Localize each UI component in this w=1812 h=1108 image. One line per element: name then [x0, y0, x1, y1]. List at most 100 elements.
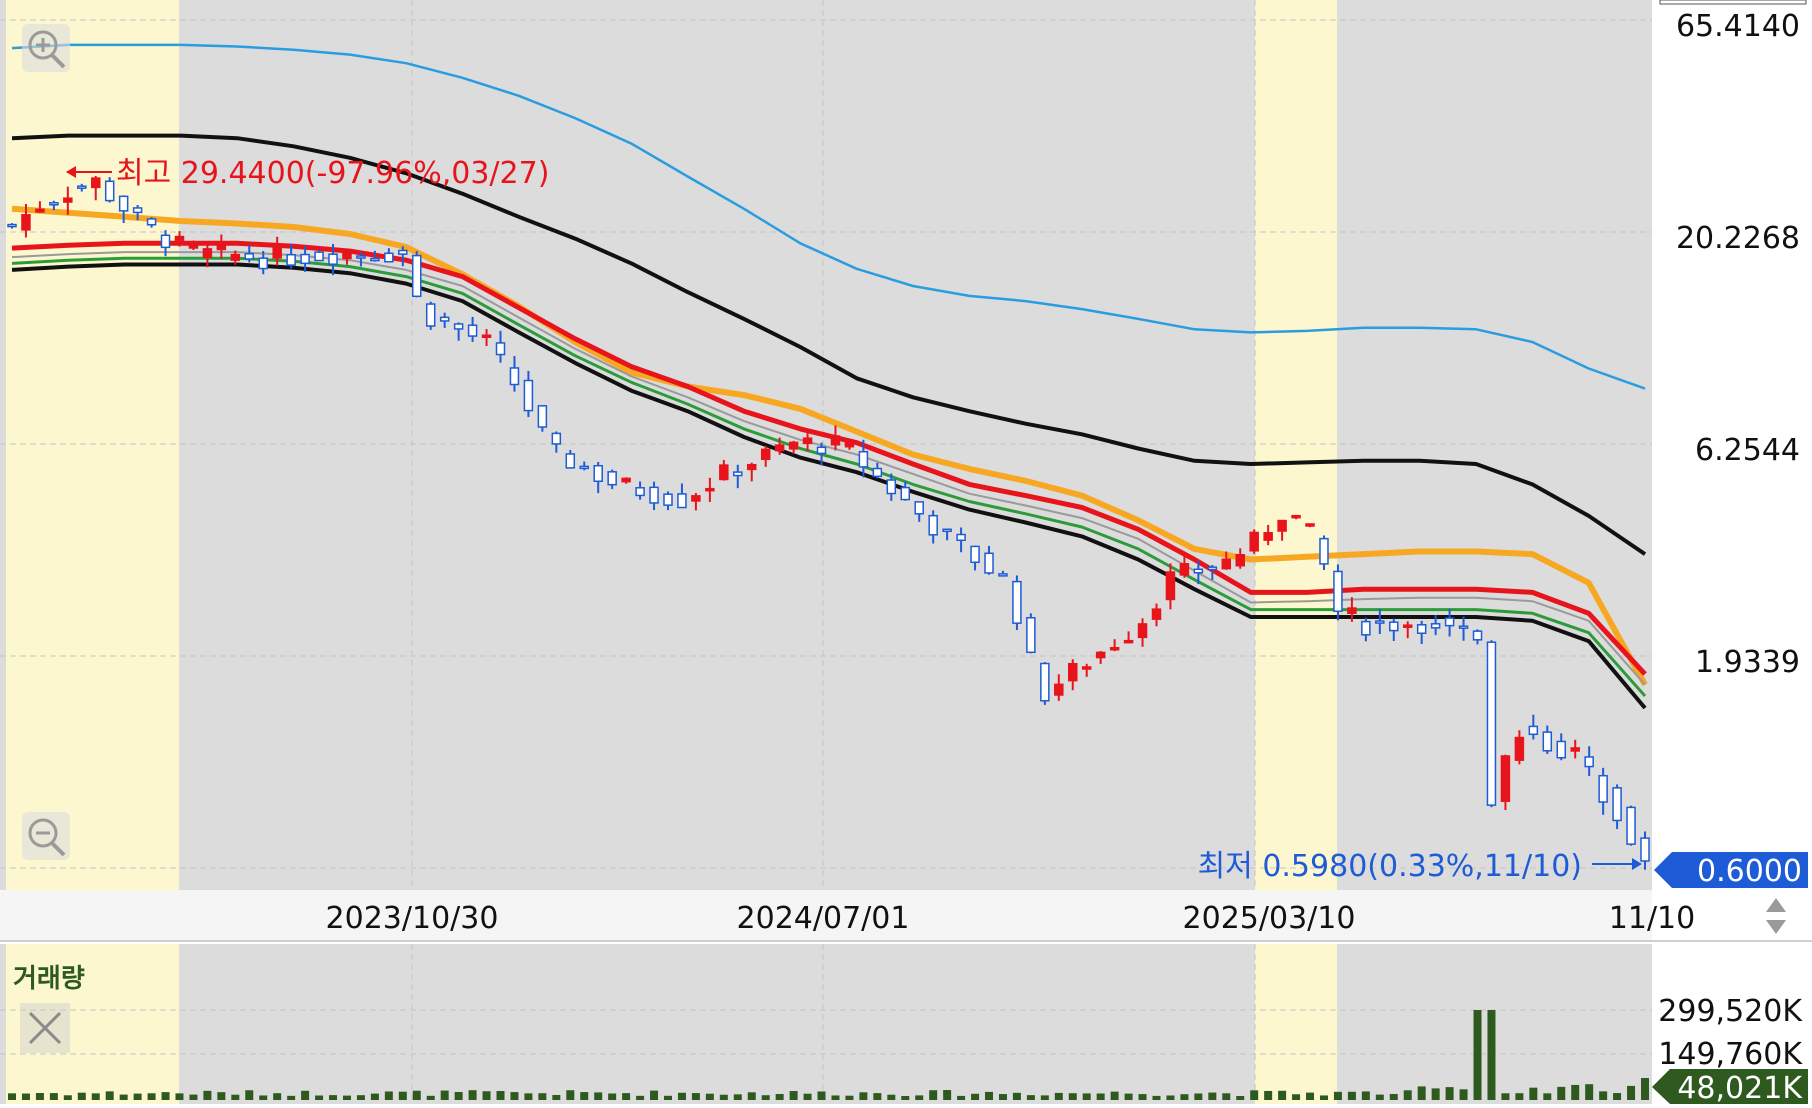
candle-body [356, 255, 366, 259]
candle-body [551, 432, 562, 445]
candle-body [607, 471, 617, 486]
volume-bar [342, 1095, 351, 1100]
candle-body [1068, 662, 1078, 682]
candle-body [230, 253, 241, 261]
close-icon[interactable] [20, 1003, 70, 1053]
volume-bar [998, 1094, 1007, 1100]
volume-bar [608, 1093, 617, 1100]
volume-bar [454, 1092, 463, 1100]
volume-bar [1208, 1092, 1217, 1100]
volume-bar [845, 1095, 854, 1100]
volume-bar [77, 1092, 86, 1100]
candle-body [858, 450, 869, 468]
candle-body [523, 379, 534, 412]
candle-body [21, 214, 31, 231]
volume-bar [1040, 1095, 1049, 1100]
volume-bar [426, 1095, 435, 1100]
volume-bar [789, 1091, 798, 1100]
candle-body [1333, 570, 1343, 612]
highlight-band-2 [1255, 0, 1337, 890]
candle-body [900, 486, 911, 501]
high-label: 최고 29.4400(-97.96%,03/27) [116, 156, 549, 191]
volume-bar [91, 1093, 100, 1100]
candle-body [160, 234, 171, 249]
volume-bar [1096, 1093, 1105, 1100]
volume-bar [1319, 1095, 1328, 1100]
zoom-in-icon[interactable] [22, 24, 70, 72]
volume-bar [817, 1091, 826, 1100]
volume-bar [1333, 1091, 1342, 1100]
candle-body [1151, 608, 1162, 620]
candle-body [467, 324, 478, 337]
candle-body [314, 251, 324, 262]
volume-bar [775, 1093, 784, 1100]
candle-body [1109, 647, 1120, 651]
volume-bar [329, 1095, 338, 1100]
volume-bar [747, 1092, 756, 1100]
candle-body [1500, 755, 1511, 802]
volume-bar [398, 1091, 407, 1100]
zoom-out-icon[interactable] [22, 812, 70, 860]
candle-body [272, 246, 282, 259]
candle-body [719, 464, 729, 481]
volume-bar [1110, 1091, 1119, 1100]
volume-tick-label: 299,520K [1658, 994, 1803, 1029]
candle-body [746, 463, 757, 471]
volume-bar [482, 1091, 491, 1100]
volume-bar [440, 1090, 449, 1100]
candle-body [1095, 651, 1106, 659]
candle-body [733, 471, 743, 477]
volume-bar [1250, 1090, 1259, 1100]
candle-body [35, 208, 45, 213]
volume-bar [1278, 1090, 1287, 1100]
candle-body [90, 177, 101, 189]
candle-body [1012, 580, 1022, 624]
candle-body [1347, 607, 1357, 614]
volume-bar [1641, 1078, 1649, 1100]
volume-bar [1082, 1093, 1091, 1100]
volume-bar [1417, 1086, 1426, 1100]
candle-body [928, 514, 938, 536]
volume-bar [1026, 1095, 1035, 1100]
candle-body [509, 367, 520, 386]
volume-bar [524, 1093, 533, 1100]
volume-bar [1431, 1088, 1440, 1100]
volume-bar [1152, 1095, 1161, 1100]
candle-body [1026, 617, 1036, 654]
highlight-band-1 [6, 0, 179, 890]
volume-bar [1166, 1095, 1175, 1100]
low-annotation: 최저 0.5980(0.33%,11/10) [1198, 849, 1642, 884]
volume-bar [943, 1090, 952, 1100]
volume-bar [412, 1090, 421, 1100]
candle-body [621, 477, 631, 483]
volume-bar [468, 1090, 477, 1100]
chart-svg: 최고 29.4400(-97.96%,03/27) 최저 0.5980(0.33… [0, 0, 1812, 1106]
candle-body [956, 533, 966, 542]
candle-body [886, 479, 897, 495]
candle-body [132, 207, 143, 214]
candle-body [1640, 837, 1650, 862]
candle-body [1430, 623, 1441, 629]
candle-body [1193, 568, 1204, 574]
candle-body [872, 467, 883, 478]
candle-body [104, 180, 115, 202]
volume-bar [636, 1095, 645, 1100]
candle-body [49, 202, 59, 206]
volume-bar [677, 1092, 686, 1100]
candle-body [1556, 740, 1567, 759]
candle-body [1612, 787, 1622, 822]
candle-body [258, 257, 268, 270]
volume-bar [21, 1093, 30, 1100]
volume-bar [189, 1094, 198, 1100]
volume-bar [203, 1090, 212, 1100]
candle-body [1375, 620, 1385, 624]
date-tick-label: 2023/10/30 [326, 901, 499, 936]
date-axis: 2023/10/30 2024/07/01 2025/03/10 11/10 [0, 890, 1812, 942]
volume-bar [859, 1092, 868, 1100]
volume-bar [971, 1093, 980, 1100]
low-label: 최저 0.5980(0.33%,11/10) [1198, 849, 1582, 884]
volume-bar [594, 1092, 603, 1100]
volume-bar [245, 1090, 254, 1100]
volume-bar [1222, 1093, 1231, 1100]
volume-bar [538, 1093, 547, 1100]
